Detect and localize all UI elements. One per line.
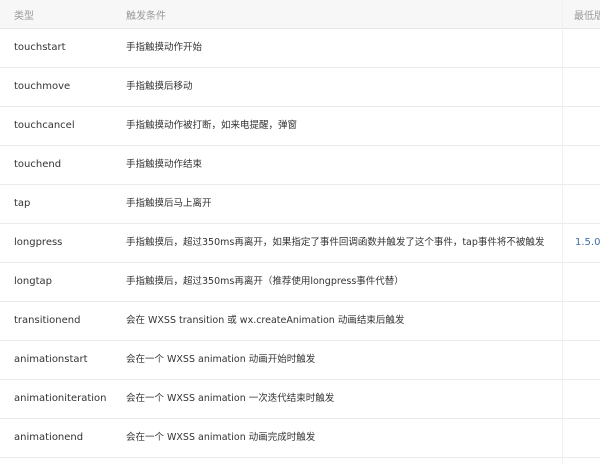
table-row: touchmove 手指触摸后移动	[0, 68, 600, 107]
event-type: transitionend	[14, 315, 81, 326]
event-table: 类型 触发条件 最低版 touchstart 手指触摸动作开始 touchmov…	[0, 0, 600, 458]
header-type: 类型	[14, 11, 34, 22]
header-condition: 触发条件	[126, 11, 166, 22]
event-type: touchmove	[14, 81, 71, 92]
header-version: 最低版	[574, 11, 600, 22]
column-divider	[562, 0, 563, 464]
table-row: animationstart 会在一个 WXSS animation 动画开始时…	[0, 341, 600, 380]
event-condition: 手指触摸动作被打断，如来电提醒，弹窗	[126, 120, 298, 131]
event-type: touchend	[14, 159, 62, 170]
table-row: touchcancel 手指触摸动作被打断，如来电提醒，弹窗	[0, 107, 600, 146]
table-row: animationend 会在一个 WXSS animation 动画完成时触发	[0, 419, 600, 458]
table-row: tap 手指触摸后马上离开	[0, 185, 600, 224]
event-type: touchcancel	[14, 120, 75, 131]
event-condition: 手指触摸后，超过350ms再离开，如果指定了事件回调函数并触发了这个事件，tap…	[126, 237, 545, 248]
event-condition: 会在 WXSS transition 或 wx.createAnimation …	[126, 315, 405, 326]
event-condition: 会在一个 WXSS animation 动画开始时触发	[126, 354, 316, 365]
event-type: animationiteration	[14, 393, 107, 404]
event-condition: 会在一个 WXSS animation 动画完成时触发	[126, 432, 316, 443]
table-row: touchend 手指触摸动作结束	[0, 146, 600, 185]
event-condition: 手指触摸动作开始	[126, 42, 203, 53]
table-row: transitionend 会在 WXSS transition 或 wx.cr…	[0, 302, 600, 341]
event-condition: 手指触摸后移动	[126, 81, 193, 92]
event-type: animationend	[14, 432, 84, 443]
event-type: touchstart	[14, 42, 66, 53]
event-version: 1.5.0	[575, 237, 600, 248]
table-header: 类型 触发条件 最低版	[0, 0, 600, 29]
table-row: touchstart 手指触摸动作开始	[0, 29, 600, 68]
event-type: longtap	[14, 276, 52, 287]
table-row: longpress 手指触摸后，超过350ms再离开，如果指定了事件回调函数并触…	[0, 224, 600, 263]
table-row: longtap 手指触摸后，超过350ms再离开（推荐使用longpress事件…	[0, 263, 600, 302]
table-row: animationiteration 会在一个 WXSS animation 一…	[0, 380, 600, 419]
event-condition: 手指触摸后，超过350ms再离开（推荐使用longpress事件代替）	[126, 276, 404, 287]
event-condition: 手指触摸动作结束	[126, 159, 203, 170]
event-type: longpress	[14, 237, 63, 248]
event-condition: 会在一个 WXSS animation 一次迭代结束时触发	[126, 393, 335, 404]
event-condition: 手指触摸后马上离开	[126, 198, 212, 209]
event-type: tap	[14, 198, 31, 209]
event-type: animationstart	[14, 354, 88, 365]
